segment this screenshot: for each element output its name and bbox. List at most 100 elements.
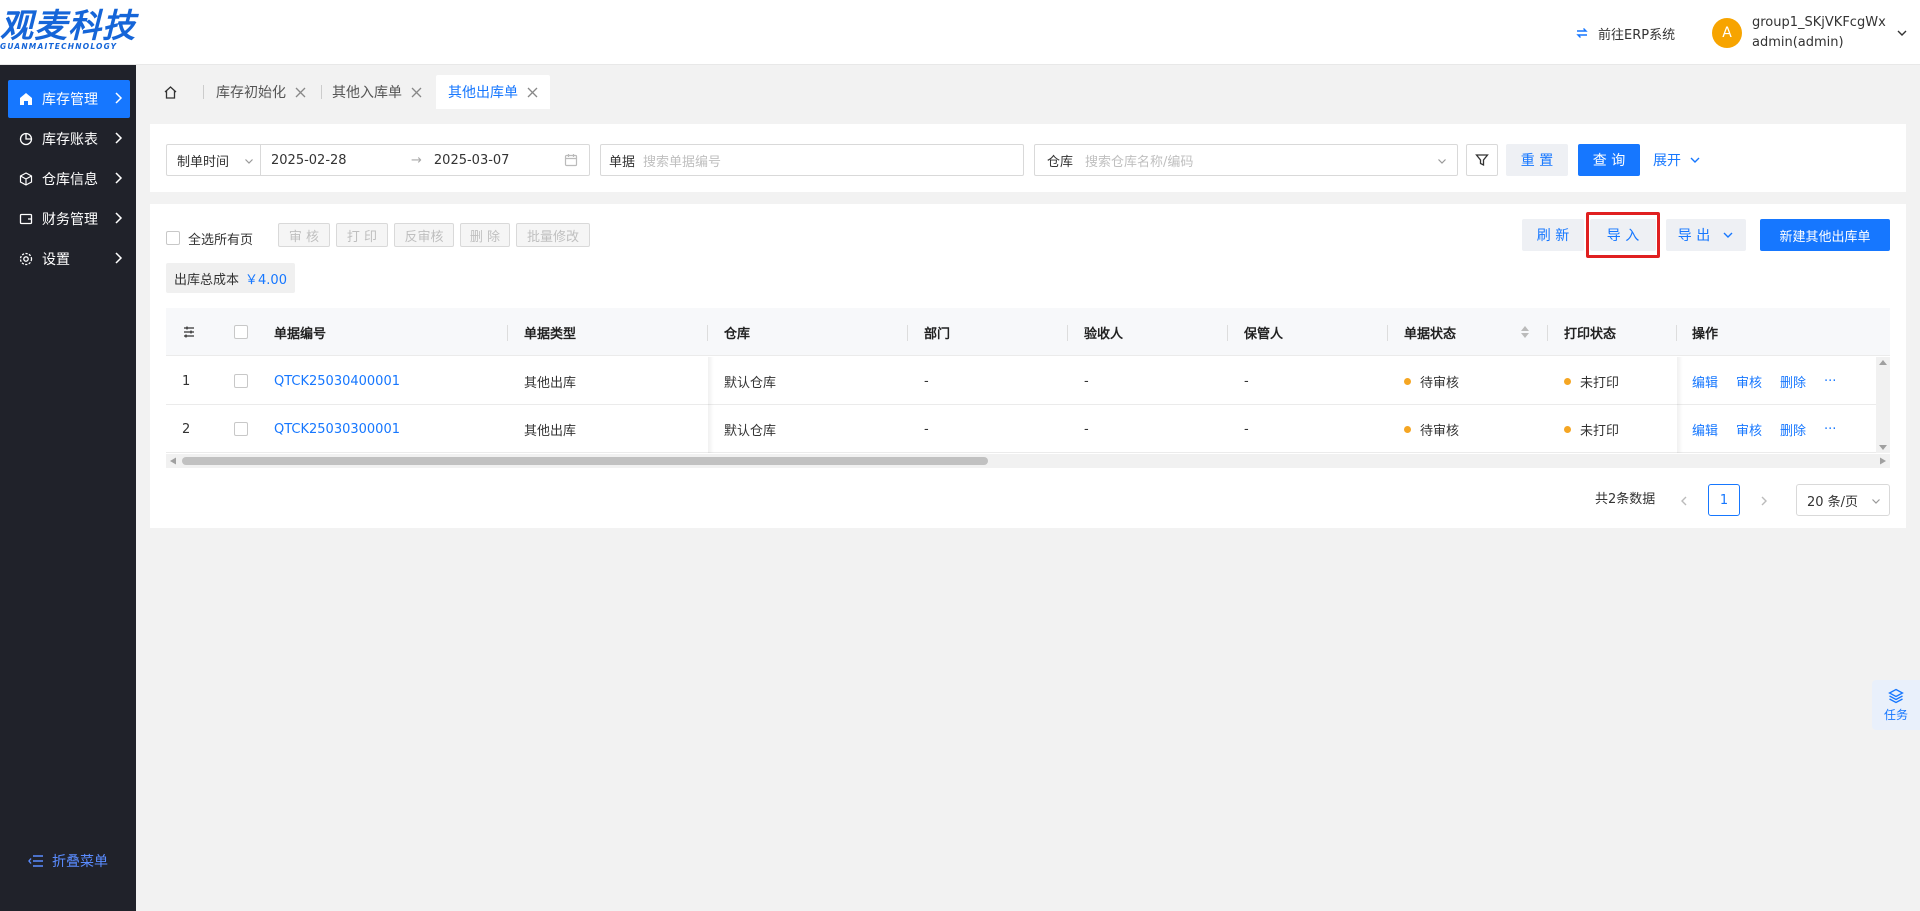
doc-type-cell: 其他出库 bbox=[524, 423, 577, 439]
audit-action[interactable]: 审核 bbox=[1736, 372, 1762, 391]
keeper-cell: - bbox=[1244, 373, 1249, 389]
prev-page-button[interactable] bbox=[1670, 487, 1698, 515]
chevron-down-icon bbox=[1723, 232, 1733, 238]
sidebar-item-label: 仓库信息 bbox=[42, 172, 98, 188]
column-actions: 操作 bbox=[1692, 326, 1719, 342]
arrow-right-icon: → bbox=[411, 152, 422, 168]
horizontal-scroll-thumb[interactable] bbox=[182, 457, 988, 465]
scroll-left-icon[interactable] bbox=[169, 457, 177, 465]
date-start-input[interactable]: 2025-02-28 bbox=[271, 153, 391, 168]
tab-home[interactable] bbox=[158, 75, 182, 109]
export-button[interactable]: 导 出 bbox=[1666, 219, 1746, 251]
chevron-right-icon bbox=[115, 212, 123, 224]
column-print-status: 打印状态 bbox=[1564, 326, 1617, 342]
column-divider bbox=[1547, 325, 1548, 341]
sidebar-item-finance[interactable]: 财务管理 bbox=[8, 200, 130, 238]
row-checkbox[interactable] bbox=[234, 405, 248, 453]
tab-divider bbox=[203, 85, 204, 99]
row-checkbox[interactable] bbox=[234, 357, 248, 405]
row-actions: 编辑 审核 删除 ··· bbox=[1692, 357, 1854, 405]
horizontal-scrollbar[interactable] bbox=[166, 454, 1890, 468]
edit-action[interactable]: 编辑 bbox=[1692, 372, 1718, 391]
user-menu[interactable]: A group1_SKjVKFcgWx admin(admin) bbox=[1712, 12, 1908, 54]
brand-logo[interactable]: 观麦科技 GUANMAITECHNOLOGY bbox=[0, 8, 140, 56]
brand-name: 观麦科技 bbox=[0, 6, 136, 45]
date-type-value: 制单时间 bbox=[177, 154, 230, 170]
keeper-cell: - bbox=[1244, 421, 1249, 437]
doc-number-link[interactable]: QTCK25030300001 bbox=[274, 422, 400, 437]
page-size-value: 20 条/页 bbox=[1807, 494, 1859, 510]
more-actions-icon[interactable]: ··· bbox=[1824, 374, 1836, 389]
audit-action[interactable]: 审核 bbox=[1736, 420, 1762, 439]
refresh-button[interactable]: 刷 新 bbox=[1522, 219, 1584, 251]
sidebar-item-ledger[interactable]: 库存账表 bbox=[8, 120, 130, 158]
filter-icon bbox=[1475, 154, 1489, 167]
expand-filter-button[interactable]: 展开 bbox=[1650, 144, 1704, 176]
avatar: A bbox=[1712, 18, 1742, 48]
tab-inventory-init[interactable]: 库存初始化 bbox=[216, 75, 306, 109]
delete-action[interactable]: 删除 bbox=[1780, 420, 1806, 439]
column-settings-button[interactable] bbox=[182, 308, 196, 356]
unaudit-button[interactable]: 反审核 bbox=[394, 223, 454, 247]
next-page-button[interactable] bbox=[1750, 487, 1778, 515]
cube-icon bbox=[18, 171, 34, 187]
pagination-total: 共2条数据 bbox=[1595, 492, 1656, 507]
warehouse-filter[interactable]: 仓库 搜索仓库名称/编码 bbox=[1034, 144, 1458, 176]
scroll-right-icon[interactable] bbox=[1879, 457, 1887, 465]
total-cost-value: ￥4.00 bbox=[245, 272, 287, 288]
select-all-pages[interactable]: 全选所有页 bbox=[166, 226, 253, 250]
warehouse-select[interactable]: 搜索仓库名称/编码 bbox=[1085, 151, 1193, 170]
doc-number-filter[interactable]: 单据 搜索单据编号 bbox=[600, 144, 1024, 176]
column-warehouse: 仓库 bbox=[724, 326, 751, 342]
doc-filter-label: 单据 bbox=[609, 154, 636, 170]
query-button[interactable]: 查 询 bbox=[1578, 144, 1640, 176]
advanced-filter-button[interactable] bbox=[1466, 144, 1498, 176]
tab-label: 库存初始化 bbox=[216, 85, 286, 101]
audit-button[interactable]: 审 核 bbox=[278, 223, 330, 247]
doc-number-input[interactable]: 搜索单据编号 bbox=[643, 151, 721, 170]
status-text: 待审核 bbox=[1420, 423, 1460, 439]
fixed-column-shadow bbox=[708, 405, 714, 453]
delete-action[interactable]: 删除 bbox=[1780, 372, 1806, 391]
status-dot bbox=[1404, 425, 1411, 433]
batch-edit-button[interactable]: 批量修改 bbox=[516, 223, 590, 247]
close-icon[interactable] bbox=[411, 87, 422, 98]
close-icon[interactable] bbox=[527, 87, 538, 98]
fixed-column-shadow bbox=[1677, 405, 1683, 453]
edit-action[interactable]: 编辑 bbox=[1692, 420, 1718, 439]
new-outbound-button[interactable]: 新建其他出库单 bbox=[1760, 219, 1890, 251]
menu-fold-icon bbox=[28, 855, 43, 867]
tab-other-inbound[interactable]: 其他入库单 bbox=[332, 75, 422, 109]
vertical-scrollbar[interactable] bbox=[1876, 357, 1890, 453]
filter-panel: 制单时间 2025-02-28 → 2025-03-07 单据 搜索单据编号 仓… bbox=[150, 124, 1906, 192]
chevron-down-icon bbox=[1897, 30, 1907, 36]
header-checkbox[interactable] bbox=[234, 308, 248, 356]
page-size-select[interactable]: 20 条/页 bbox=[1796, 484, 1890, 516]
erp-system-link[interactable]: 前往ERP系统 bbox=[1574, 22, 1675, 44]
print-button[interactable]: 打 印 bbox=[336, 223, 388, 247]
department-cell: - bbox=[924, 373, 929, 389]
tab-other-outbound[interactable]: 其他出库单 bbox=[436, 75, 550, 109]
task-float-button[interactable]: 任务 bbox=[1872, 680, 1920, 730]
more-actions-icon[interactable]: ··· bbox=[1824, 422, 1836, 437]
sidebar-item-inventory[interactable]: 库存管理 bbox=[8, 80, 130, 118]
date-end-input[interactable]: 2025-03-07 bbox=[434, 153, 554, 168]
doc-number-link[interactable]: QTCK25030400001 bbox=[274, 374, 400, 389]
chevron-right-icon bbox=[115, 252, 123, 264]
column-divider bbox=[1227, 325, 1228, 341]
delete-button[interactable]: 删 除 bbox=[460, 223, 510, 247]
sidebar-item-warehouse[interactable]: 仓库信息 bbox=[8, 160, 130, 198]
export-label: 导 出 bbox=[1677, 228, 1711, 244]
table-header: 单据编号 单据类型 仓库 部门 验收人 保管人 单据状态 打印状态 操作 bbox=[166, 308, 1890, 356]
sort-icon[interactable] bbox=[1520, 325, 1530, 339]
chevron-down-icon bbox=[1872, 499, 1880, 504]
collapse-menu-button[interactable]: 折叠菜单 bbox=[28, 851, 108, 871]
close-icon[interactable] bbox=[295, 87, 306, 98]
reset-button[interactable]: 重 置 bbox=[1506, 144, 1568, 176]
sidebar-item-settings[interactable]: 设置 bbox=[8, 240, 130, 278]
select-all-checkbox[interactable] bbox=[166, 231, 180, 245]
page-number-button[interactable]: 1 bbox=[1708, 484, 1740, 516]
date-type-select[interactable]: 制单时间 bbox=[167, 145, 261, 175]
doc-status-cell: 待审核 bbox=[1404, 357, 1459, 405]
print-status-text: 未打印 bbox=[1580, 375, 1620, 391]
